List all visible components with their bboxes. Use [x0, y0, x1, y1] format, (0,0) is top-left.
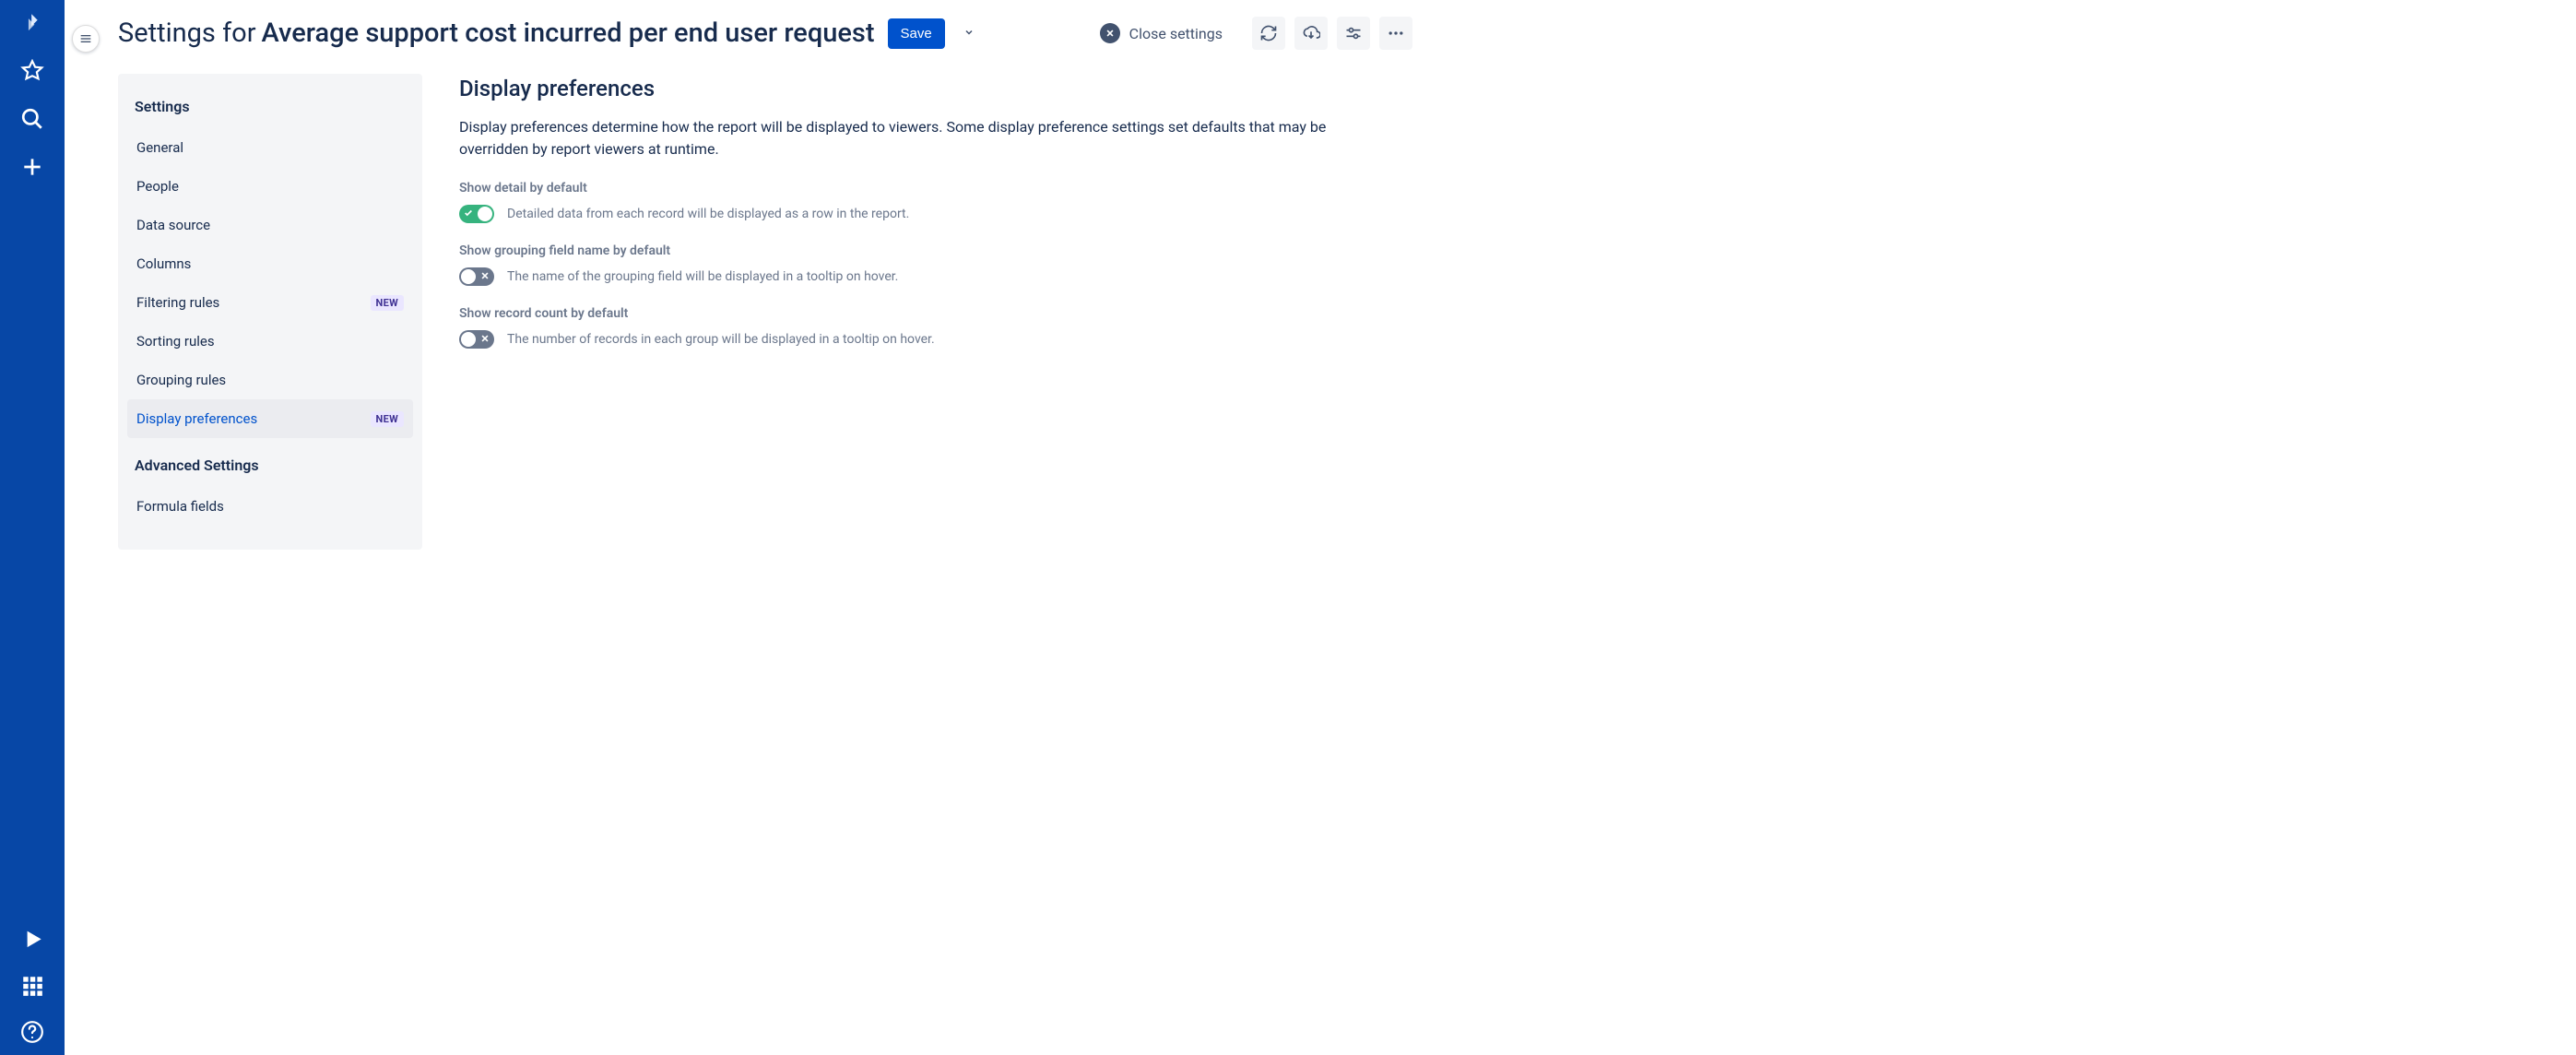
sidebar-item-display-preferences[interactable]: Display preferences NEW: [127, 399, 413, 438]
page-title-name: Average support cost incurred per end us…: [262, 18, 875, 49]
content-title: Display preferences: [459, 76, 1412, 101]
x-icon: [480, 334, 490, 346]
pref-label: Show detail by default: [459, 181, 1412, 196]
sidebar-item-sorting-rules[interactable]: Sorting rules: [127, 322, 413, 361]
search-icon[interactable]: [20, 107, 44, 131]
sidebar-item-label: Formula fields: [136, 498, 224, 515]
refresh-button[interactable]: [1252, 17, 1285, 50]
content-description: Display preferences determine how the re…: [459, 116, 1363, 160]
pref-description: Detailed data from each record will be d…: [507, 207, 909, 221]
new-badge: NEW: [371, 295, 404, 311]
sidebar-item-filtering-rules[interactable]: Filtering rules NEW: [127, 283, 413, 322]
sidebar-item-label: Columns: [136, 255, 191, 272]
x-icon: [480, 271, 490, 283]
settings-sidebar: Settings General People Data source Colu…: [118, 74, 422, 550]
sidebar-item-people[interactable]: People: [127, 167, 413, 206]
close-settings-button[interactable]: Close settings: [1100, 23, 1223, 43]
sidebar-item-label: General: [136, 139, 183, 156]
page-title: Settings for Average support cost incurr…: [118, 18, 875, 49]
sidebar-item-label: Filtering rules: [136, 294, 219, 311]
pref-show-grouping-field-name: Show grouping field name by default The …: [459, 243, 1412, 286]
sidebar-toggle[interactable]: [72, 25, 100, 53]
sidebar-item-data-source[interactable]: Data source: [127, 206, 413, 244]
sidebar-item-label: People: [136, 178, 179, 195]
sidebar-heading-advanced: Advanced Settings: [127, 438, 413, 487]
more-actions-button[interactable]: [1379, 17, 1412, 50]
help-icon[interactable]: [20, 1020, 44, 1044]
close-icon: [1100, 23, 1120, 43]
save-dropdown-caret[interactable]: [958, 27, 980, 41]
settings-sliders-button[interactable]: [1337, 17, 1370, 50]
page-title-prefix: Settings for: [118, 18, 256, 49]
save-button[interactable]: Save: [888, 18, 945, 49]
sidebar-item-label: Data source: [136, 217, 210, 233]
pref-description: The number of records in each group will…: [507, 332, 935, 347]
check-icon: [464, 208, 473, 220]
app-logo-icon[interactable]: [20, 11, 44, 35]
star-icon[interactable]: [20, 59, 44, 83]
toggle-show-detail[interactable]: [459, 205, 494, 223]
pref-description: The name of the grouping field will be d…: [507, 269, 898, 284]
sidebar-item-grouping-rules[interactable]: Grouping rules: [127, 361, 413, 399]
sidebar-item-label: Grouping rules: [136, 372, 226, 388]
pref-show-detail: Show detail by default Detailed data fro…: [459, 181, 1412, 223]
close-settings-label: Close settings: [1129, 25, 1223, 42]
page-header: Settings for Average support cost incurr…: [118, 17, 1412, 50]
sidebar-item-columns[interactable]: Columns: [127, 244, 413, 283]
download-button[interactable]: [1294, 17, 1328, 50]
sidebar-item-label: Sorting rules: [136, 333, 215, 350]
sidebar-item-general[interactable]: General: [127, 128, 413, 167]
new-badge: NEW: [371, 411, 404, 427]
sidebar-item-label: Display preferences: [136, 410, 257, 427]
plus-icon[interactable]: [20, 155, 44, 179]
content-panel: Display preferences Display preferences …: [459, 74, 1412, 550]
toggle-show-grouping-field-name[interactable]: [459, 267, 494, 286]
toggle-show-record-count[interactable]: [459, 330, 494, 349]
notification-icon[interactable]: [20, 928, 44, 952]
apps-icon[interactable]: [20, 974, 44, 998]
pref-label: Show record count by default: [459, 306, 1412, 321]
pref-label: Show grouping field name by default: [459, 243, 1412, 258]
sidebar-heading-settings: Settings: [127, 92, 413, 128]
pref-show-record-count: Show record count by default The number …: [459, 306, 1412, 349]
global-nav-rail: [0, 0, 65, 1055]
sidebar-item-formula-fields[interactable]: Formula fields: [127, 487, 413, 526]
